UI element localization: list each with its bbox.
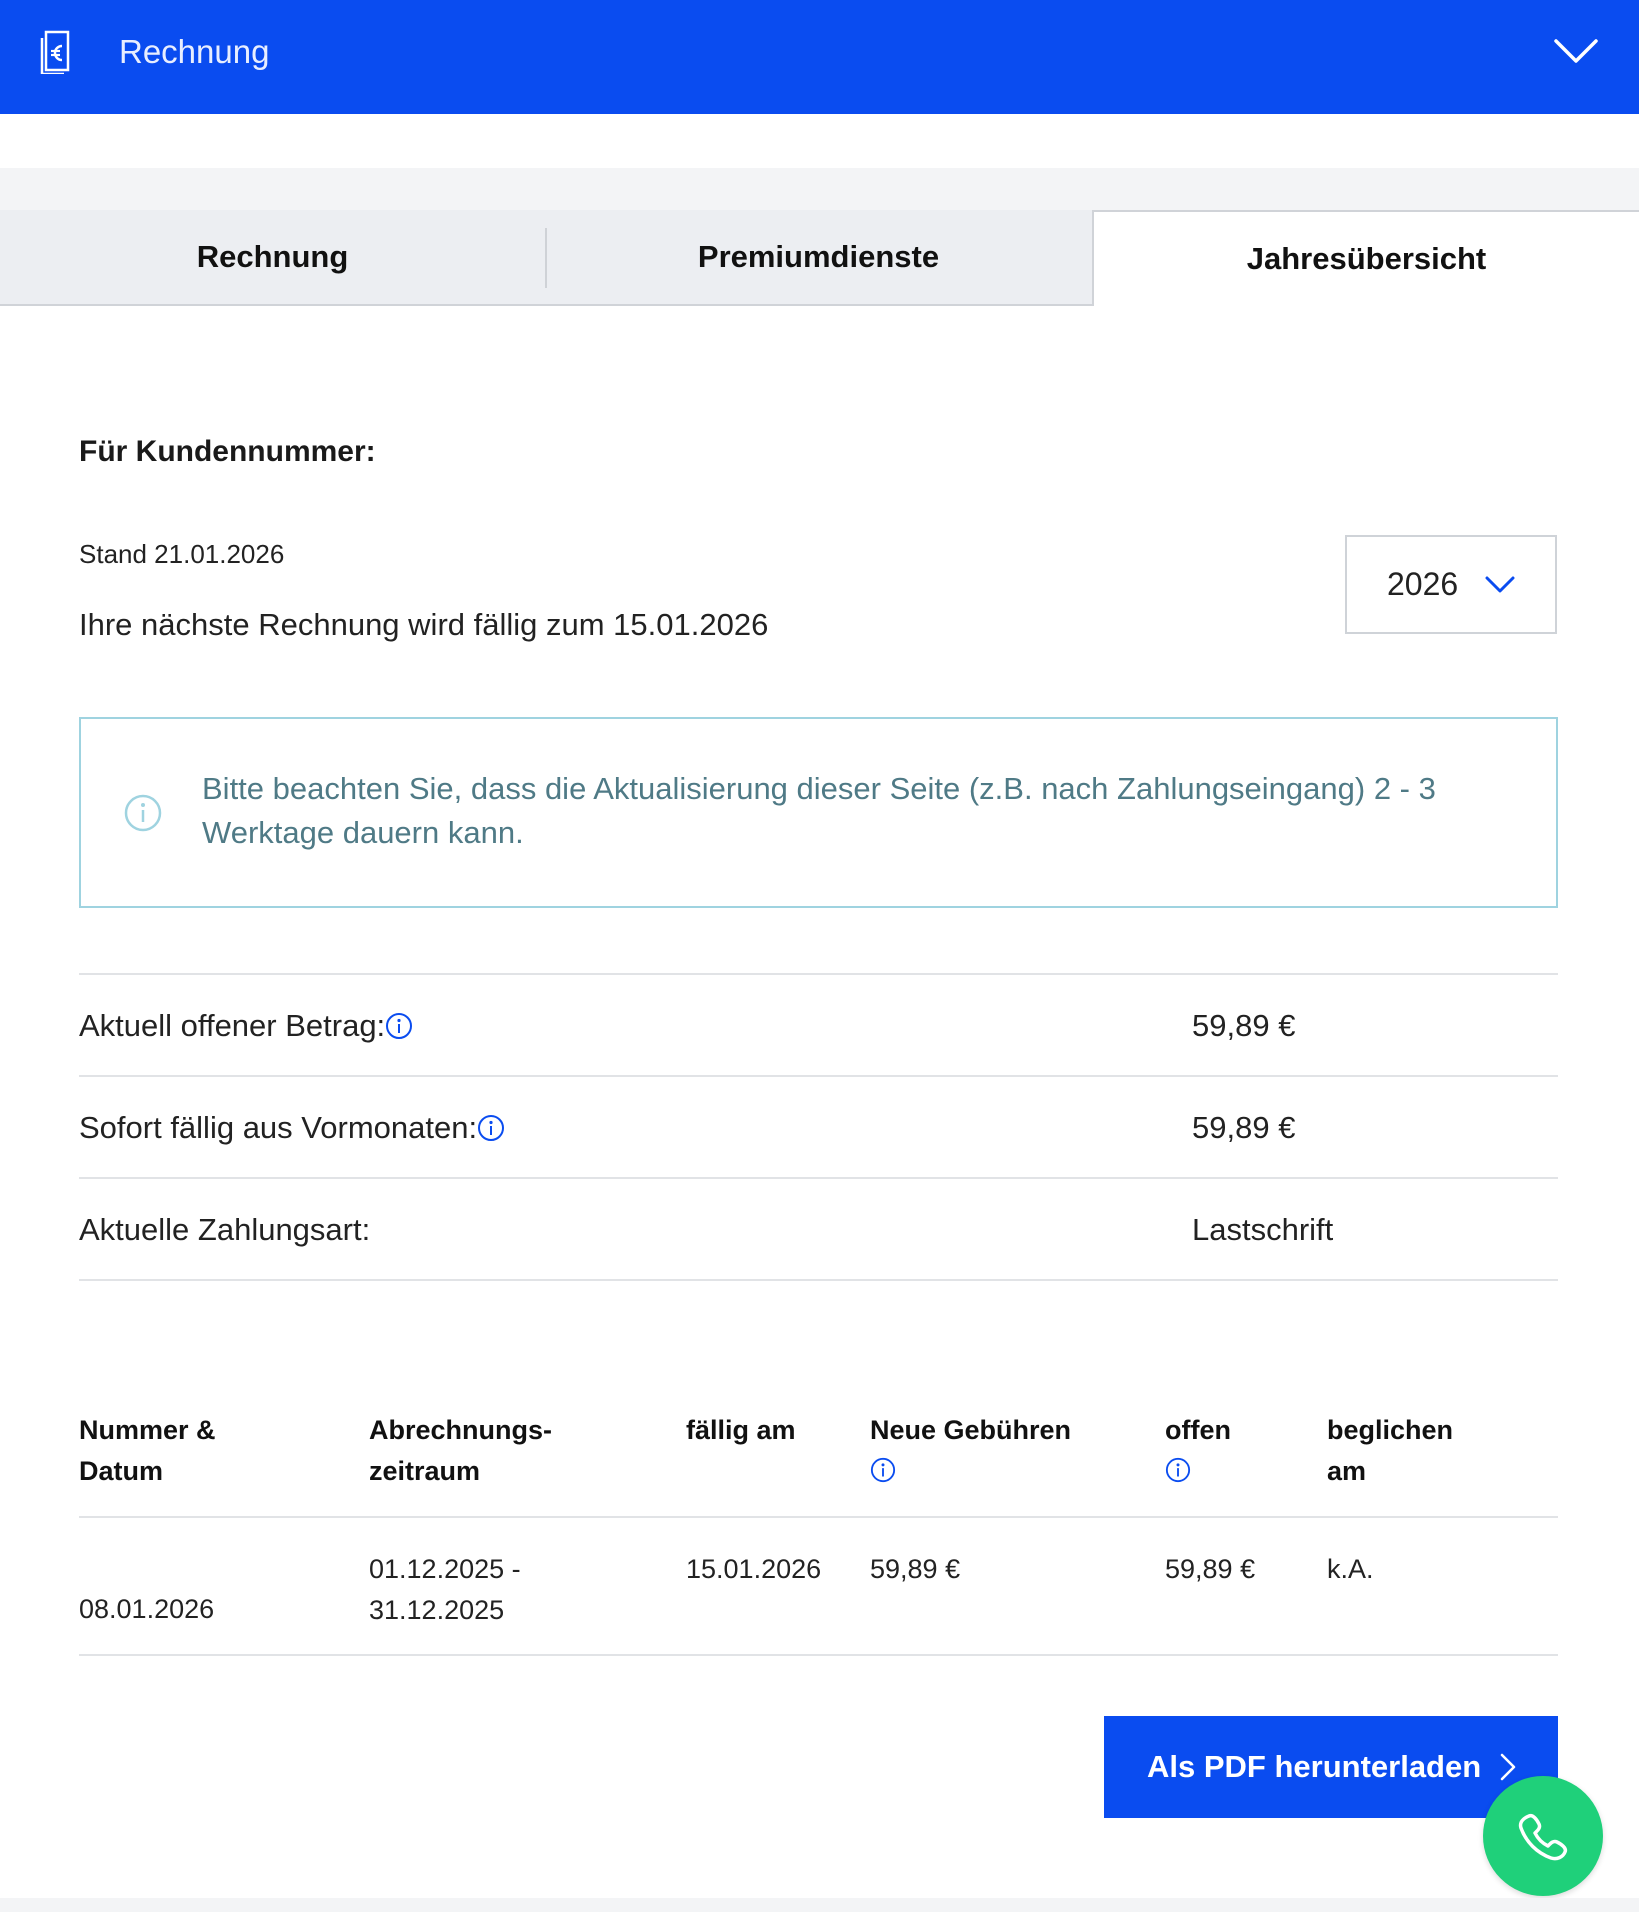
status-date: Stand 21.01.2026	[79, 539, 285, 569]
cell-new-fees: 59,89 €	[870, 1554, 961, 1584]
next-invoice-text: Ihre nächste Rechnung wird fällig zum 15…	[79, 607, 769, 642]
top-bar[interactable]: Rechnung	[0, 0, 1639, 114]
tab-bar: Rechnung Premiumdienste Jahresübersicht	[0, 210, 1639, 306]
year-select[interactable]: 2026	[1345, 535, 1557, 634]
download-pdf-button[interactable]: Als PDF herunterladen	[1104, 1716, 1558, 1818]
summary-value: Lastschrift	[1192, 1212, 1334, 1247]
info-icon[interactable]	[1165, 1457, 1191, 1483]
table-header-paid-on: beglichen am	[1327, 1415, 1454, 1486]
divider	[79, 1279, 1558, 1281]
info-notice: Bitte beachten Sie, dass die Aktualisier…	[79, 717, 1558, 908]
call-button[interactable]	[1483, 1776, 1603, 1896]
table-header-number-date: Nummer & Datum	[79, 1415, 216, 1486]
download-pdf-label: Als PDF herunterladen	[1147, 1749, 1482, 1784]
summary-label: Aktuelle Zahlungsart:	[79, 1212, 371, 1247]
table-header-new-fees: Neue Gebühren	[870, 1410, 1071, 1495]
tab-jahresuebersicht[interactable]: Jahresübersicht	[1092, 210, 1639, 306]
chevron-down-icon[interactable]	[1553, 36, 1599, 66]
info-icon	[124, 794, 162, 832]
cell-open: 59,89 €	[1165, 1554, 1256, 1584]
summary-value: 59,89 €	[1192, 1110, 1296, 1145]
summary-row-payment-method: Aktuelle Zahlungsart: Lastschrift	[79, 1177, 1558, 1281]
info-icon[interactable]	[870, 1457, 896, 1483]
invoice-euro-icon	[40, 30, 70, 74]
customer-number-label: Für Kundennummer:	[79, 435, 376, 468]
header-title: Rechnung	[119, 33, 270, 70]
page-bottom	[0, 1898, 1639, 1912]
divider	[79, 1654, 1558, 1656]
cell-due: 15.01.2026	[686, 1554, 822, 1584]
tab-rechnung[interactable]: Rechnung	[0, 210, 545, 306]
info-icon[interactable]	[477, 1114, 505, 1142]
summary-row-open-amount: Aktuell offener Betrag: 59,89 €	[79, 973, 1558, 1077]
tab-premiumdienste[interactable]: Premiumdienste	[545, 210, 1092, 306]
year-select-value: 2026	[1387, 566, 1459, 602]
table-header-open: offen	[1165, 1410, 1231, 1495]
chevron-down-icon	[1485, 576, 1515, 593]
summary-value: 59,89 €	[1192, 1008, 1296, 1043]
chevron-right-icon	[1500, 1753, 1516, 1781]
tab-separator	[545, 228, 547, 288]
cell-paid-on: k.A.	[1327, 1554, 1374, 1584]
info-icon[interactable]	[385, 1012, 413, 1040]
table-header-due: fällig am	[686, 1415, 796, 1445]
cell-period: 01.12.2025 - 31.12.2025	[369, 1554, 521, 1625]
phone-icon	[1518, 1813, 1568, 1861]
table-header-period: Abrechnungs- zeitraum	[369, 1415, 553, 1486]
info-text: Bitte beachten Sie, dass die Aktualisier…	[202, 771, 1436, 850]
summary-row-due-previous: Sofort fällig aus Vormonaten: 59,89 €	[79, 1075, 1558, 1179]
summary-label: Aktuell offener Betrag:	[79, 1008, 386, 1043]
cell-date: 08.01.2026	[79, 1594, 215, 1624]
divider	[79, 1516, 1558, 1518]
summary-label: Sofort fällig aus Vormonaten:	[79, 1110, 478, 1145]
section-divider	[0, 168, 1639, 210]
